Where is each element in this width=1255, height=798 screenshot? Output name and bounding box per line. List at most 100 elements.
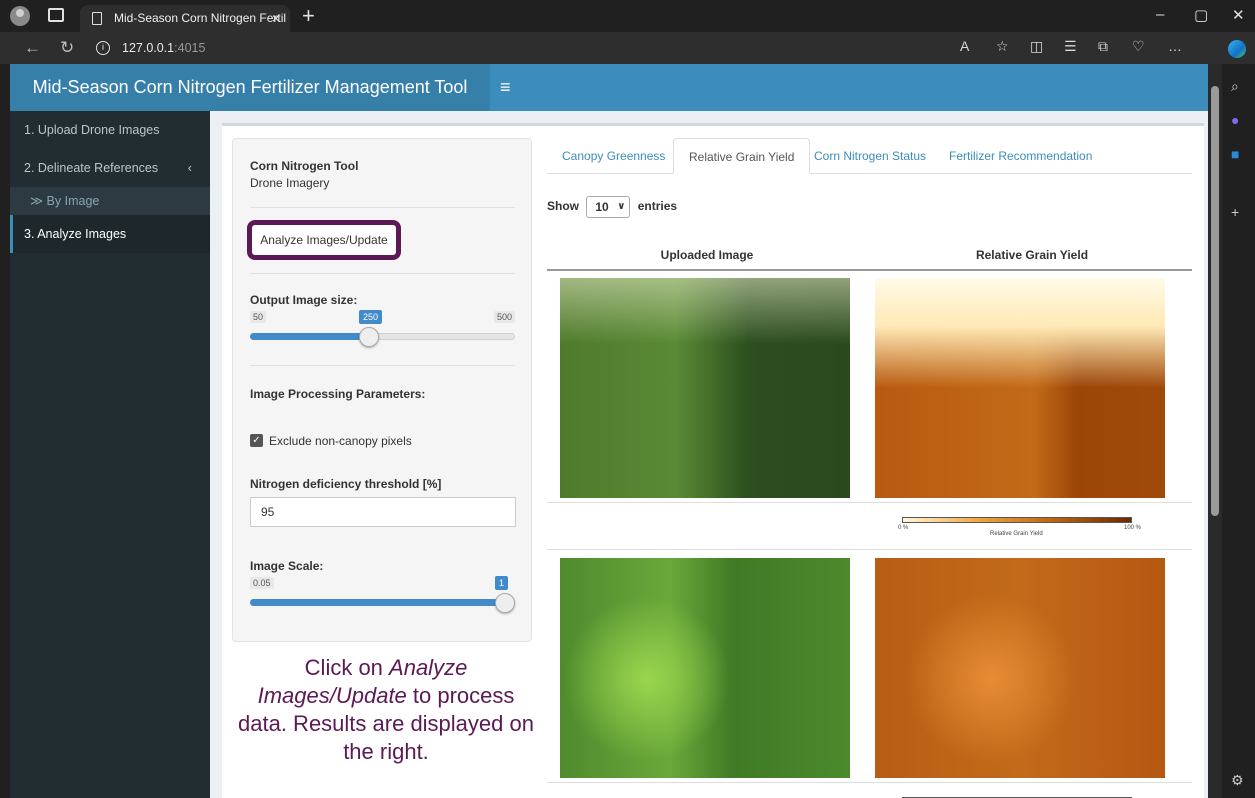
slider-max: 500: [493, 311, 515, 323]
show-label: Show: [547, 199, 579, 214]
row-divider: [547, 782, 1192, 783]
document-icon: [92, 12, 102, 25]
main-content: Corn Nitrogen Tool Drone Imagery Analyze…: [210, 111, 1208, 798]
yield-image-2: [875, 558, 1165, 778]
scrollbar-thumb[interactable]: [1211, 86, 1219, 516]
sidebar-item-label: 3. Analyze Images: [24, 227, 127, 241]
divider: [250, 273, 515, 274]
row-divider: [547, 502, 1192, 503]
back-icon[interactable]: ←: [24, 38, 41, 58]
refresh-icon[interactable]: ↻: [60, 38, 74, 58]
favorite-star-icon[interactable]: ☆: [996, 38, 1009, 55]
analyze-images-button[interactable]: Analyze Images/Update: [247, 220, 401, 260]
tab-title: Mid-Season Corn Nitrogen Fertil: [114, 11, 287, 25]
browser-chrome: Mid-Season Corn Nitrogen Fertil × + – ▢ …: [0, 0, 1255, 64]
info-icon[interactable]: i: [96, 41, 110, 55]
sidebar-item-delineate[interactable]: 2. Delineate References ‹: [10, 149, 210, 187]
header-divider: [547, 269, 1192, 271]
split-screen-icon[interactable]: ◫: [1030, 38, 1043, 55]
uploaded-image-2: [560, 558, 850, 778]
more-icon[interactable]: …: [1168, 38, 1182, 54]
sidebar-subitem-by-image[interactable]: ≫ By Image: [10, 187, 210, 215]
entries-select[interactable]: 10 ∨: [586, 196, 631, 218]
slider-min: 50: [250, 311, 267, 323]
result-tabs: Canopy Greenness Relative Grain Yield Co…: [547, 138, 1192, 174]
threshold-input[interactable]: 95: [250, 497, 516, 527]
yield-image-1: [875, 278, 1165, 498]
colorbar-label: Relative Grain Yield: [990, 531, 1043, 537]
tab-fertilizer-recommendation[interactable]: Fertilizer Recommendation: [934, 138, 1107, 174]
image-scale-label: Image Scale:: [250, 559, 324, 573]
profile-icon[interactable]: [10, 6, 30, 26]
read-aloud-icon[interactable]: A: [960, 38, 969, 54]
colorbar-1: [902, 517, 1132, 523]
url-field[interactable]: i 127.0.0.1:4015: [92, 36, 932, 60]
edge-sidebar: ⌕ ● ■ + ⚙: [1222, 64, 1255, 798]
tab-actions-icon[interactable]: [48, 8, 64, 22]
row-divider: [547, 549, 1192, 550]
tab-corn-nitrogen-status[interactable]: Corn Nitrogen Status: [799, 138, 941, 174]
sidebar-item-label: 1. Upload Drone Images: [24, 123, 160, 137]
favorites-icon[interactable]: ☰: [1064, 38, 1077, 55]
callout-text-1: Click on: [304, 655, 390, 680]
sidebar-item-label: ≫ By Image: [30, 194, 100, 208]
divider: [250, 365, 515, 366]
output-size-label: Output Image size:: [250, 293, 358, 307]
close-tab-icon[interactable]: ×: [272, 5, 280, 32]
hamburger-icon[interactable]: ≡: [500, 64, 511, 111]
search-icon[interactable]: ⌕: [1231, 78, 1239, 95]
entries-control: Show 10 ∨ entries: [547, 196, 677, 218]
chevron-left-icon: ‹: [187, 160, 192, 175]
app-header: Mid-Season Corn Nitrogen Fertilizer Mana…: [10, 64, 1208, 111]
slider-fill: [250, 599, 505, 606]
chevron-down-icon: ∨: [617, 201, 626, 212]
tab-relative-grain-yield[interactable]: Relative Grain Yield: [673, 138, 811, 174]
controls-panel: Corn Nitrogen Tool Drone Imagery Analyze…: [232, 138, 532, 642]
main-box: Corn Nitrogen Tool Drone Imagery Analyze…: [222, 123, 1204, 798]
slider-min: 0.05: [250, 577, 274, 589]
tool-subtitle: Drone Imagery: [250, 176, 330, 190]
copilot-sidebar-icon[interactable]: ●: [1231, 112, 1239, 128]
slider-value: 250: [359, 310, 383, 324]
slider-fill: [250, 333, 369, 340]
tool-title: Corn Nitrogen Tool: [250, 159, 359, 173]
uploaded-image-1: [560, 278, 850, 498]
slider-handle[interactable]: [495, 593, 515, 613]
tab-bar: Mid-Season Corn Nitrogen Fertil × + – ▢ …: [0, 0, 1255, 32]
exclude-checkbox[interactable]: ✓: [250, 434, 263, 447]
outlook-icon[interactable]: ■: [1231, 146, 1239, 162]
sidebar-item-label: 2. Delineate References: [24, 161, 159, 175]
page-scrollbar[interactable]: [1208, 64, 1222, 798]
slider-value: 1: [495, 576, 509, 590]
app-title: Mid-Season Corn Nitrogen Fertilizer Mana…: [10, 64, 490, 111]
exclude-label: Exclude non-canopy pixels: [269, 434, 412, 448]
entries-label: entries: [637, 199, 678, 214]
add-icon[interactable]: +: [1231, 204, 1239, 220]
colorbar-min: 0 %: [898, 525, 909, 531]
column-header-uploaded[interactable]: Uploaded Image: [547, 248, 867, 262]
sidebar-item-analyze[interactable]: 3. Analyze Images: [10, 215, 210, 253]
app-page: Mid-Season Corn Nitrogen Fertilizer Mana…: [10, 64, 1208, 798]
processing-params-label: Image Processing Parameters:: [250, 387, 426, 401]
restore-icon[interactable]: ▢: [1194, 6, 1208, 24]
colorbar-max: 100 %: [1124, 525, 1142, 531]
url-host: 127.0.0.1: [122, 41, 175, 55]
new-tab-icon[interactable]: +: [302, 3, 315, 29]
tab-canopy-greenness[interactable]: Canopy Greenness: [547, 138, 680, 174]
window-close-icon[interactable]: ✕: [1232, 6, 1245, 24]
collections-icon[interactable]: ⧉: [1098, 38, 1108, 55]
minimize-icon[interactable]: –: [1156, 6, 1164, 23]
copilot-icon[interactable]: [1228, 40, 1246, 58]
gear-icon[interactable]: ⚙: [1231, 772, 1244, 789]
slider-handle[interactable]: [359, 327, 379, 347]
sidebar: 1. Upload Drone Images 2. Delineate Refe…: [10, 111, 210, 798]
divider: [250, 207, 515, 208]
instruction-callout: Click on Analyze Images/Update to proces…: [236, 654, 536, 766]
browser-tab[interactable]: Mid-Season Corn Nitrogen Fertil ×: [80, 5, 290, 32]
column-header-yield[interactable]: Relative Grain Yield: [872, 248, 1192, 262]
sidebar-item-upload[interactable]: 1. Upload Drone Images: [10, 111, 210, 149]
entries-value: 10: [595, 200, 609, 214]
threshold-label: Nitrogen deficiency threshold [%]: [250, 477, 442, 491]
heart-icon[interactable]: ♡: [1132, 38, 1145, 55]
url-port: :4015: [174, 41, 206, 55]
